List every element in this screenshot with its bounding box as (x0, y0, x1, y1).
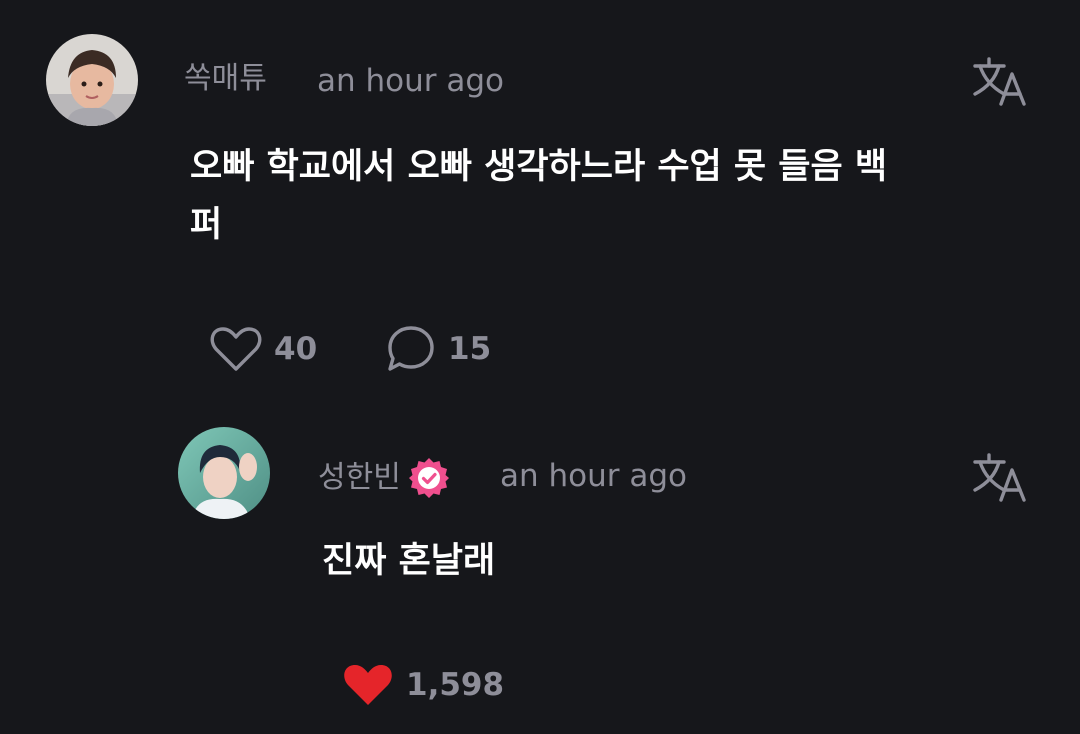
heart-icon (210, 327, 262, 371)
reply-username: 성한빈 (318, 460, 401, 495)
reply-like-count: 1,598 (406, 666, 505, 703)
reply-avatar[interactable] (178, 427, 270, 519)
reply-body: 진짜 혼날래 (322, 541, 496, 581)
comment-timestamp: an hour ago (317, 63, 504, 99)
reply-like-button[interactable]: 1,598 (342, 662, 504, 708)
translate-icon (973, 453, 1026, 502)
like-button[interactable]: 40 (210, 326, 317, 372)
comment-body: 오빠 학교에서 오빠 생각하느라 수업 못 들음 백퍼 (190, 147, 888, 245)
comment-avatar[interactable] (46, 34, 138, 126)
reply-count: 15 (448, 330, 492, 367)
verified-badge-icon (408, 458, 449, 498)
comment-username[interactable]: 쏙매튜 (184, 64, 267, 94)
reply-button[interactable]: 15 (386, 324, 491, 374)
translate-icon (973, 57, 1026, 106)
comment-bubble-icon (388, 326, 434, 371)
avatar-image (46, 34, 138, 126)
translate-button[interactable] (972, 56, 1030, 108)
reply-username-group[interactable]: 성한빈 (318, 456, 451, 500)
translate-button[interactable] (972, 452, 1030, 504)
avatar-image (178, 427, 270, 519)
reply-timestamp: an hour ago (500, 458, 687, 494)
comment-thread: 쏙매튜 an hour ago 오빠 학교에서 오빠 생각하느라 수업 못 들음… (0, 0, 1080, 734)
like-count: 40 (274, 330, 318, 367)
heart-filled-icon (344, 665, 392, 705)
